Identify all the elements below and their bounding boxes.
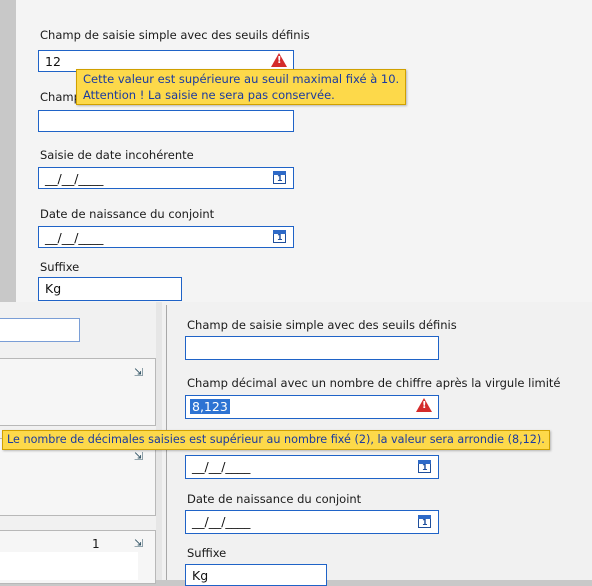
suffix-value-2: Kg — [192, 568, 209, 583]
decimal-field-value: 8,123 — [190, 399, 230, 414]
decimal-error-tooltip: Le nombre de décimales saisies est supér… — [2, 430, 550, 450]
second-field-label: Champ — [40, 90, 81, 104]
threshold-field-value: 12 — [45, 54, 61, 69]
calendar-icon[interactable]: 1 — [418, 460, 431, 473]
left-count-value: 1 — [92, 537, 100, 551]
suffix-input[interactable]: Kg — [38, 277, 182, 301]
tooltip-line-2: Attention ! La saisie ne sera pas conser… — [83, 88, 335, 102]
tree-branch-icon[interactable]: ⇲ — [134, 366, 143, 379]
date-field-mask: __/__/____ — [45, 171, 104, 186]
calendar-icon[interactable]: 1 — [273, 230, 286, 243]
left-list-area[interactable] — [0, 552, 138, 580]
threshold-field-label: Champ de saisie simple avec des seuils d… — [40, 28, 310, 42]
threshold-field-label-2: Champ de saisie simple avec des seuils d… — [187, 318, 457, 332]
suffix-value: Kg — [45, 281, 62, 296]
date-field-mask-2: __/__/____ — [192, 459, 251, 474]
tree-branch-icon[interactable]: ⇲ — [134, 450, 143, 463]
spouse-birthdate-mask-2: __/__/____ — [192, 514, 251, 529]
threshold-error-tooltip: Cette valeur est supérieure au seuil max… — [76, 69, 407, 105]
suffix-input-2[interactable]: Kg — [185, 564, 327, 586]
decimal-field-input[interactable]: 8,123 — [185, 395, 439, 419]
screenshot-canvas: Champ de saisie simple avec des seuils d… — [0, 0, 592, 586]
date-field-label: Saisie de date incohérente — [40, 148, 194, 162]
left-group-frame-1 — [0, 358, 156, 426]
left-partial-input[interactable] — [0, 318, 80, 342]
date-field-input-2[interactable]: __/__/____ — [185, 455, 439, 479]
warning-triangle-icon: ! — [271, 53, 287, 67]
calendar-icon[interactable]: 1 — [273, 171, 286, 184]
tree-branch-icon[interactable]: ⇲ — [134, 537, 143, 550]
second-field-input[interactable] — [38, 110, 294, 132]
suffix-label: Suffixe — [40, 260, 80, 274]
tooltip-line-1: Cette valeur est supérieure au seuil max… — [83, 72, 400, 86]
spouse-birthdate-input[interactable]: __/__/____ — [38, 226, 294, 248]
warning-triangle-icon: ! — [416, 398, 432, 412]
decimal-field-label: Champ décimal avec un nombre de chiffre … — [187, 376, 561, 390]
calendar-icon[interactable]: 1 — [418, 515, 431, 528]
spouse-birthdate-input-2[interactable]: __/__/____ — [185, 510, 439, 534]
suffix-label-2: Suffixe — [187, 546, 227, 560]
spouse-birthdate-label-2: Date de naissance du conjoint — [187, 492, 362, 506]
threshold-field-input-2[interactable] — [185, 336, 439, 360]
spouse-birthdate-label: Date de naissance du conjoint — [40, 207, 215, 221]
spouse-birthdate-mask: __/__/____ — [45, 230, 104, 245]
date-field-input[interactable]: __/__/____ — [38, 167, 294, 189]
